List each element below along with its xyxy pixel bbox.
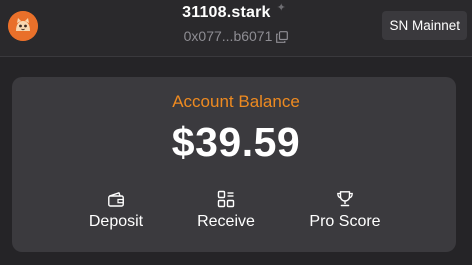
deposit-button[interactable]: Deposit (78, 190, 154, 231)
wallet-icon (78, 190, 154, 208)
balance-label: Account Balance (172, 92, 300, 111)
pro-score-label: Pro Score (309, 213, 381, 230)
network-selector-button[interactable]: SN Mainnet (382, 11, 467, 40)
qr-grid-icon (188, 190, 264, 208)
account-address[interactable]: 0x077...b6071 (184, 28, 273, 44)
trophy-icon (300, 190, 390, 208)
balance-value: $39.59 (171, 119, 301, 165)
account-name[interactable]: 31108.stark (182, 4, 271, 22)
receive-label: Receive (197, 213, 255, 230)
deposit-label: Deposit (88, 213, 144, 230)
receive-button[interactable]: Receive (188, 190, 264, 231)
sparkle-icon: ✦ (276, 2, 286, 14)
copy-icon[interactable] (276, 30, 289, 46)
top-bar: 31108.stark ✦ 0x077...b6071 SN Mainnet (0, 0, 472, 57)
pro-score-button[interactable]: Pro Score (300, 190, 390, 231)
